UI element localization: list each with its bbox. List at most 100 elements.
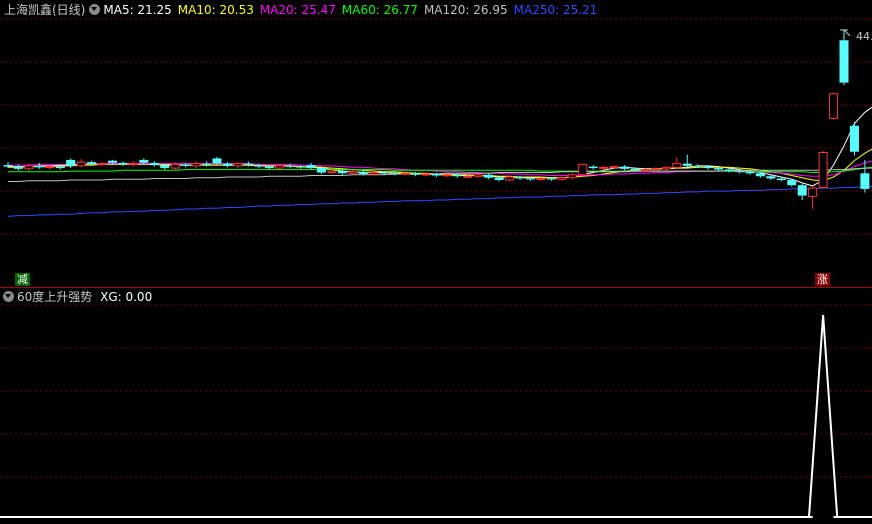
candle-body: [128, 163, 138, 166]
ma-label-5: MA250: 25.21: [513, 3, 598, 17]
candle-body: [76, 161, 86, 167]
candle-body: [567, 174, 577, 179]
candle-body: [839, 40, 849, 83]
badge-rise: 涨: [815, 273, 830, 286]
candle-body: [818, 151, 828, 188]
candle-body: [484, 174, 494, 178]
candle-body: [34, 165, 44, 168]
candle-body: [588, 166, 598, 169]
candle-body: [599, 166, 609, 169]
candle-body: [379, 172, 389, 174]
ma-label-2: MA20: 25.47: [259, 3, 336, 17]
candle-body: [505, 176, 515, 181]
main-chart-header: 上海凯鑫(日线) MA5: 21.25 MA10: 20.53 MA20: 25.47…: [4, 3, 603, 17]
xg-signal-line: [0, 315, 872, 518]
ma-label-4: MA120: 26.95: [423, 3, 508, 17]
candle-body: [411, 173, 421, 175]
candle-body: [400, 172, 410, 175]
candle-body: [463, 175, 473, 178]
candle-body: [97, 163, 107, 166]
candle-body: [149, 162, 159, 166]
candle-body: [640, 169, 650, 172]
candle-body: [442, 174, 452, 177]
candle-body: [578, 163, 588, 176]
candle-body: [222, 163, 232, 166]
candle-body: [306, 165, 316, 169]
badge-reduce: 减: [15, 273, 30, 286]
candle-body: [546, 178, 556, 180]
candle-body: [473, 174, 483, 177]
candle-body: [609, 166, 619, 169]
candle-body: [212, 158, 222, 164]
candle-body: [620, 166, 630, 169]
candle-body: [390, 173, 400, 175]
xg-value: XG: 0.00: [100, 290, 153, 304]
candle-body: [431, 174, 441, 176]
candle-body: [651, 168, 661, 171]
candle-body: [108, 160, 117, 163]
indicator-title: 60度上升强势: [17, 290, 93, 304]
candle-body: [233, 163, 243, 167]
candle-body: [348, 171, 358, 174]
candle-body: [254, 165, 264, 167]
stock-chart: 44.59: [0, 18, 872, 518]
candle-body: [3, 165, 13, 167]
candle-body: [735, 171, 744, 173]
candle-body: [829, 93, 839, 119]
candle-body: [139, 159, 149, 163]
candle-body: [24, 165, 34, 170]
candle-body: [766, 176, 776, 179]
sub-chart-header: 60度上升强势 XG: 0.00: [0, 290, 152, 304]
candle-body: [160, 165, 170, 169]
candle-body: [327, 170, 337, 174]
candle-body: [776, 178, 786, 180]
stock-title: 上海凯鑫(日线): [4, 3, 86, 17]
ma-line-ma250: [7, 186, 872, 217]
ma-label-1: MA10: 20.53: [177, 3, 254, 17]
candle-body: [87, 162, 97, 165]
high-marker-label: 44.59: [856, 30, 872, 43]
candle-body: [181, 164, 191, 166]
ma-label-0: MA5: 21.25: [103, 3, 172, 17]
candle-body: [797, 185, 807, 196]
candle-body: [787, 179, 797, 186]
candle-body: [808, 187, 818, 197]
dropdown-toggle-icon[interactable]: [89, 4, 101, 15]
candle-body: [452, 174, 462, 177]
candle-body: [557, 177, 567, 180]
candle-body: [661, 166, 671, 170]
candle-body: [317, 168, 326, 173]
candle-body: [55, 166, 65, 169]
candle-body: [243, 163, 253, 166]
candle-body: [45, 166, 55, 169]
candle-body: [66, 159, 76, 166]
candle-body: [202, 163, 212, 166]
candle-body: [118, 162, 128, 165]
candle-body: [369, 172, 379, 175]
candle-body: [724, 169, 734, 172]
candle-body: [526, 178, 535, 180]
candle-body: [693, 165, 703, 167]
candle-body: [494, 177, 504, 180]
candle-body: [714, 168, 724, 170]
ma-label-3: MA60: 26.77: [341, 3, 418, 17]
high-marker-arrow: [843, 29, 851, 37]
candle-body: [515, 177, 525, 179]
candle-body: [296, 166, 306, 168]
candle-body: [860, 173, 870, 189]
candle-body: [682, 163, 692, 166]
candle-body: [630, 168, 640, 171]
dropdown-toggle-icon[interactable]: [3, 291, 14, 302]
candle-body: [755, 173, 765, 177]
candle-body: [285, 165, 295, 167]
candle-body: [849, 125, 859, 152]
candle-body: [264, 166, 274, 169]
candle-body: [358, 171, 368, 175]
candle-body: [536, 177, 546, 180]
candle-body: [672, 163, 682, 168]
candle-body: [421, 173, 431, 176]
candle-body: [337, 171, 347, 174]
candle-body: [191, 163, 201, 167]
candle-body: [170, 163, 180, 169]
candle-body: [13, 166, 23, 169]
